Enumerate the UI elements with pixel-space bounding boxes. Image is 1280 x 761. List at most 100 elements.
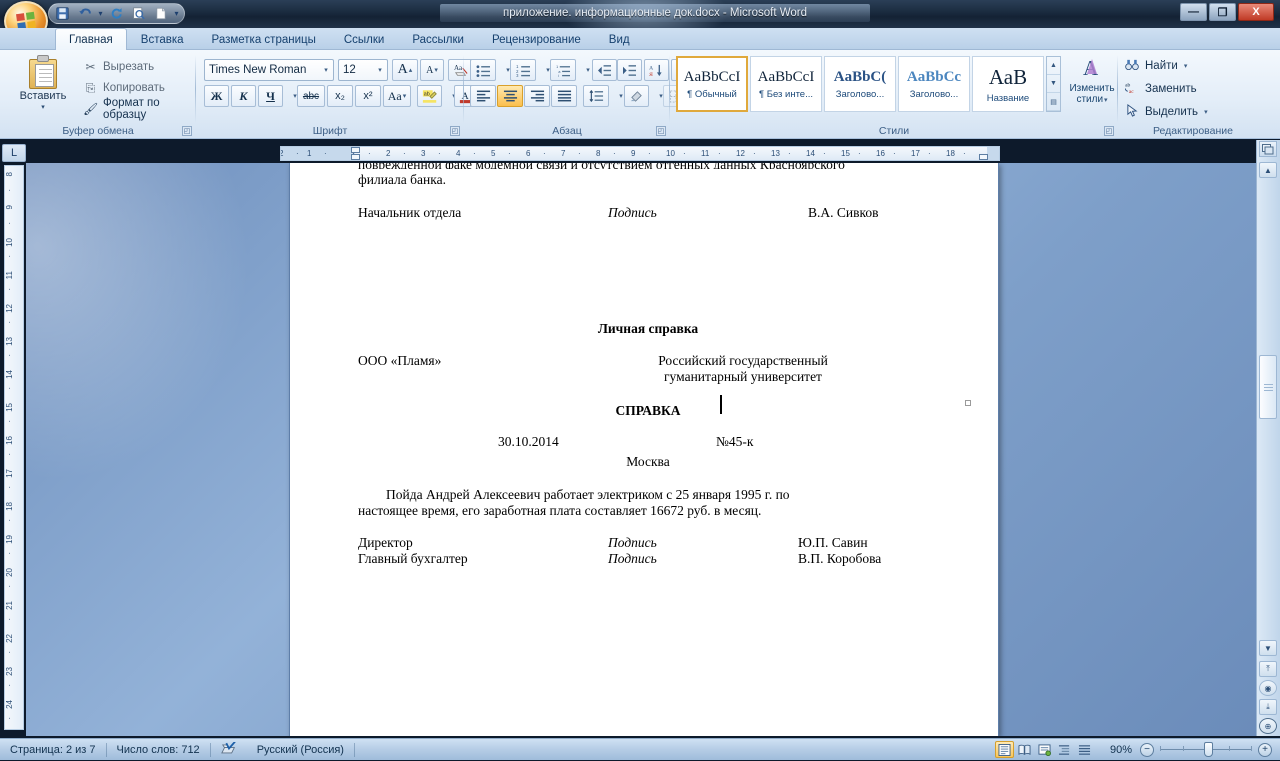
strikethrough-button[interactable]: abc bbox=[297, 85, 325, 107]
style-zagolovok-2[interactable]: AaBbCc Заголово... bbox=[898, 56, 970, 112]
vertical-scrollbar[interactable]: ▲ ▼ ⤒ ◉ ⤓ ⊕ bbox=[1256, 140, 1280, 736]
styles-more-icon[interactable]: ▤ bbox=[1047, 93, 1060, 111]
paste-dropdown-icon[interactable]: ▾ bbox=[41, 103, 45, 111]
page-indicator[interactable]: Страница: 2 из 7 bbox=[0, 739, 106, 761]
outline-view-button[interactable] bbox=[1055, 741, 1074, 758]
font-name-combo[interactable]: Times New Roman ▾ bbox=[204, 59, 334, 81]
tab-razmetka-stranicy[interactable]: Разметка страницы bbox=[198, 29, 330, 50]
print-preview-icon[interactable] bbox=[129, 5, 148, 23]
next-page-button[interactable]: ⤓ bbox=[1259, 699, 1277, 715]
zoom-slider-track[interactable] bbox=[1160, 742, 1252, 757]
styles-scroll-up-icon[interactable]: ▲ bbox=[1047, 57, 1060, 75]
close-button[interactable]: X bbox=[1238, 3, 1274, 21]
clipboard-dialog-launcher-icon[interactable]: ◰ bbox=[182, 126, 192, 136]
tab-recenzirovanie[interactable]: Рецензирование bbox=[478, 29, 595, 50]
text-highlight-button[interactable]: ab bbox=[417, 85, 442, 107]
customize-qat-icon[interactable]: ▾ bbox=[173, 9, 180, 18]
align-center-button[interactable] bbox=[497, 85, 523, 107]
align-left-button[interactable] bbox=[470, 85, 496, 107]
first-line-indent-marker[interactable] bbox=[351, 147, 360, 153]
horizontal-ruler[interactable]: 2·1·1·2·3·4·5·6·7·8·9·10·11·12·13·14·15·… bbox=[280, 146, 1000, 161]
styles-scroll-down-icon[interactable]: ▼ bbox=[1047, 75, 1060, 93]
style-zagolovok-1[interactable]: AaBbC( Заголово... bbox=[824, 56, 896, 112]
styles-group-label: Стили bbox=[878, 125, 910, 137]
bold-button[interactable]: Ж bbox=[204, 85, 229, 107]
styles-dialog-launcher-icon[interactable]: ◰ bbox=[1104, 126, 1114, 136]
word-count-indicator[interactable]: Число слов: 712 bbox=[107, 739, 210, 761]
scroll-down-button[interactable]: ▼ bbox=[1259, 640, 1277, 656]
split-window-handle[interactable] bbox=[1259, 141, 1277, 157]
draft-view-button[interactable] bbox=[1075, 741, 1094, 758]
zoom-plus-corner-icon[interactable]: ⊕ bbox=[1259, 718, 1277, 734]
line-spacing-button[interactable] bbox=[583, 85, 609, 107]
change-styles-button[interactable]: A Изменить стили▾ bbox=[1066, 54, 1118, 106]
tab-vstavka[interactable]: Вставка bbox=[127, 29, 198, 50]
proofing-status[interactable] bbox=[211, 739, 247, 761]
shrink-font-button[interactable]: A ▾ bbox=[420, 59, 444, 81]
tab-rassylki[interactable]: Рассылки bbox=[398, 29, 478, 50]
sort-button[interactable]: AЯ bbox=[644, 59, 669, 81]
paste-button[interactable]: Вставить ▾ bbox=[14, 55, 72, 121]
vertical-scroll-thumb[interactable] bbox=[1259, 355, 1277, 419]
select-browse-object-button[interactable]: ◉ bbox=[1259, 680, 1277, 696]
underline-button[interactable]: Ч bbox=[258, 85, 283, 107]
increase-indent-button[interactable] bbox=[617, 59, 642, 81]
redo-icon[interactable] bbox=[107, 5, 126, 23]
vertical-ruler[interactable]: 8 · 9 · 10 · 11 · 12 · 13 · 14 · 15 · 16 · 17 · 18 · 19 · 20 · 21 ·… bbox=[4, 165, 24, 730]
minimize-button[interactable]: — bbox=[1180, 3, 1207, 21]
hanging-indent-marker[interactable] bbox=[351, 154, 360, 160]
zoom-slider-thumb[interactable] bbox=[1204, 742, 1213, 757]
select-dropdown-icon[interactable]: ▾ bbox=[1204, 108, 1208, 116]
styles-gallery-scrollbar[interactable]: ▲ ▼ ▤ bbox=[1046, 56, 1061, 112]
save-icon[interactable] bbox=[53, 5, 72, 23]
change-case-button[interactable]: Aa ▾ bbox=[383, 85, 411, 107]
bullets-button[interactable] bbox=[470, 59, 496, 81]
grow-font-button[interactable]: A ▴ bbox=[392, 59, 418, 81]
object-anchor-marker[interactable] bbox=[965, 400, 971, 406]
chevron-down-icon[interactable]: ▾ bbox=[319, 66, 333, 74]
new-document-icon[interactable] bbox=[151, 5, 170, 23]
previous-page-button[interactable]: ⤒ bbox=[1259, 661, 1277, 677]
align-right-button[interactable] bbox=[524, 85, 550, 107]
tab-ssylki[interactable]: Ссылки bbox=[330, 29, 399, 50]
copy-button[interactable]: ⎘ Копировать bbox=[80, 78, 168, 98]
font-dialog-launcher-icon[interactable]: ◰ bbox=[450, 126, 460, 136]
paragraph-dialog-launcher-icon[interactable]: ◰ bbox=[656, 126, 666, 136]
undo-icon[interactable] bbox=[75, 5, 94, 23]
decrease-indent-button[interactable] bbox=[592, 59, 617, 81]
multilevel-list-button[interactable]: 1ai bbox=[550, 59, 576, 81]
zoom-in-button[interactable]: + bbox=[1258, 742, 1272, 757]
cut-button[interactable]: ✂ Вырезать bbox=[80, 57, 157, 77]
full-screen-reading-view-button[interactable] bbox=[1015, 741, 1034, 758]
print-layout-view-button[interactable] bbox=[994, 741, 1014, 758]
chevron-down-icon[interactable]: ▾ bbox=[373, 66, 387, 74]
style-nazvanie[interactable]: АаВ Название bbox=[972, 56, 1044, 112]
style-bez-intervala[interactable]: AaBbCcI ¶ Без инте... bbox=[750, 56, 822, 112]
language-indicator[interactable]: Русский (Россия) bbox=[247, 739, 354, 761]
web-layout-view-button[interactable] bbox=[1035, 741, 1054, 758]
find-button[interactable]: Найти ▾ bbox=[1124, 56, 1187, 76]
select-button[interactable]: Выделить ▾ bbox=[1124, 102, 1208, 122]
zoom-slider[interactable]: − + bbox=[1140, 742, 1272, 757]
scroll-up-button[interactable]: ▲ bbox=[1259, 162, 1277, 178]
zoom-out-button[interactable]: − bbox=[1140, 742, 1154, 757]
zoom-level-label[interactable]: 90% bbox=[1102, 744, 1140, 756]
superscript-button[interactable]: x² bbox=[355, 85, 381, 107]
right-indent-marker[interactable] bbox=[979, 154, 988, 160]
format-painter-button[interactable]: 🖌 Формат по образцу bbox=[80, 97, 196, 121]
style-obychny[interactable]: AaBbCcI ¶ Обычный bbox=[676, 56, 748, 112]
numbering-button[interactable]: 123 bbox=[510, 59, 536, 81]
document-page[interactable]: поврежденной факе модемной связи и отсут… bbox=[289, 163, 999, 736]
find-dropdown-icon[interactable]: ▾ bbox=[1184, 62, 1188, 70]
italic-button[interactable]: К bbox=[231, 85, 256, 107]
tab-glavnaya[interactable]: Главная bbox=[55, 28, 127, 50]
shading-button[interactable] bbox=[624, 85, 649, 107]
font-size-combo[interactable]: 12 ▾ bbox=[338, 59, 388, 81]
justify-button[interactable] bbox=[551, 85, 577, 107]
tab-vid[interactable]: Вид bbox=[595, 29, 644, 50]
replace-button[interactable]: ab ac Заменить bbox=[1124, 79, 1197, 99]
subscript-button[interactable]: x₂ bbox=[327, 85, 353, 107]
restore-button[interactable]: ❐ bbox=[1209, 3, 1236, 21]
tab-stop-selector[interactable]: L bbox=[2, 144, 26, 162]
undo-dropdown-icon[interactable]: ▾ bbox=[97, 9, 104, 18]
